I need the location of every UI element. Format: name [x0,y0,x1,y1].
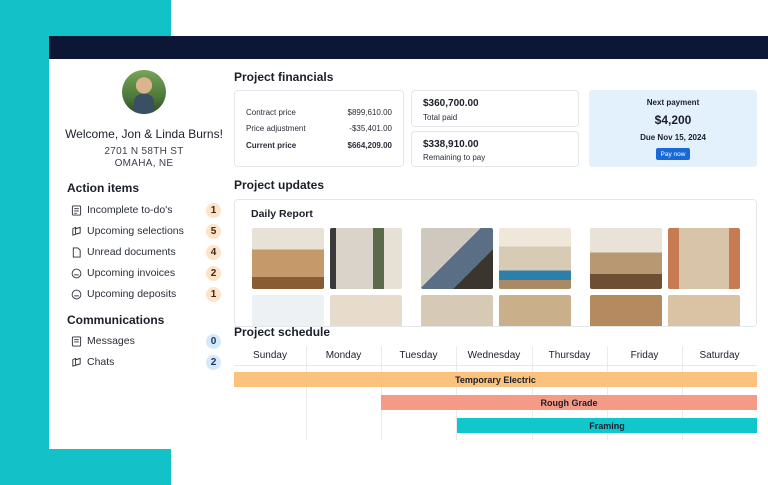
count-badge: 2 [206,265,221,281]
pay-now-button[interactable]: Pay now [656,148,690,160]
report-photo[interactable] [330,228,402,289]
day-header: Monday [325,350,362,361]
financials-title: Project financials [234,70,334,84]
action-item-label: Upcoming selections [87,225,184,237]
total-paid-value: $360,700.00 [423,98,479,109]
remaining-label: Remaining to pay [423,153,486,162]
current-price-row: Current price $664,209.00 [246,141,392,150]
action-item-todos[interactable]: Incomplete to-do's 1 [71,201,221,219]
report-photo[interactable] [668,228,740,289]
communications-title: Communications [67,313,165,327]
report-photo[interactable] [252,295,324,326]
deposit-icon [71,289,82,299]
day-header: Sunday [253,350,287,361]
document-icon [72,246,81,258]
daily-report-title: Daily Report [251,208,313,220]
contract-price-label: Contract price [246,108,296,117]
task-bar-temporary-electric[interactable]: Temporary Electric [234,372,757,387]
report-photo[interactable] [330,295,402,326]
day-header: Tuesday [399,350,438,361]
action-item-label: Unread documents [87,246,176,258]
report-photo[interactable] [421,295,493,326]
top-nav-bar [49,36,768,59]
day-header: Friday [630,350,659,361]
count-badge: 1 [206,202,221,218]
comm-item-chats[interactable]: Chats 2 [71,353,221,371]
report-photo[interactable] [499,295,571,326]
count-badge: 0 [206,333,221,349]
checklist-icon [71,204,82,216]
action-item-selections[interactable]: Upcoming selections 5 [71,222,221,240]
schedule-title: Project schedule [234,325,331,339]
count-badge: 4 [206,244,221,260]
day-header: Wednesday [467,350,521,361]
price-adjustment-row: Price adjustment -$35,401.00 [246,124,392,133]
comm-item-messages[interactable]: Messages 0 [71,332,221,350]
contract-price-row: Contract price $899,610.00 [246,108,392,117]
task-bar-framing[interactable]: Framing [457,418,757,433]
price-adjustment-label: Price adjustment [246,124,306,133]
portal-window: Welcome, Jon & Linda Burns! 2701 N 58TH … [49,36,768,449]
day-header: Saturday [699,350,740,361]
action-item-deposits[interactable]: Upcoming deposits 1 [71,285,221,303]
action-item-label: Upcoming deposits [87,288,177,300]
price-card: Contract price $899,610.00 Price adjustm… [234,90,404,167]
task-bar-rough-grade[interactable]: Rough Grade [381,395,757,410]
address-line-2: OMAHA, NE [114,158,174,169]
report-photo[interactable] [421,228,493,289]
report-photo[interactable] [252,228,324,289]
report-photo[interactable] [499,228,571,289]
report-photo[interactable] [590,228,662,289]
comm-item-label: Chats [87,356,115,368]
action-item-label: Upcoming invoices [87,267,176,279]
remaining-value: $338,910.00 [423,139,479,150]
next-payment-amount: $4,200 [654,113,692,127]
selection-icon [72,226,81,236]
count-badge: 1 [206,286,221,302]
count-badge: 2 [206,354,221,370]
price-adjustment-value: -$35,401.00 [349,124,392,133]
day-header: Thursday [548,350,591,361]
report-photo[interactable] [668,295,740,326]
report-photo[interactable] [590,295,662,326]
remaining-card: $338,910.00 Remaining to pay [411,131,579,167]
avatar[interactable] [122,70,166,114]
chat-icon [72,357,81,367]
next-payment-card: Next payment $4,200 Due Nov 15, 2024 Pay… [589,90,757,167]
action-items-title: Action items [67,181,140,195]
count-badge: 5 [206,223,221,239]
address-line-1: 2701 N 58TH ST [104,146,184,157]
updates-title: Project updates [234,178,325,192]
comm-item-label: Messages [87,335,135,347]
daily-report-card[interactable]: Daily Report [234,199,757,327]
action-item-label: Incomplete to-do's [87,204,173,216]
next-payment-title: Next payment [646,98,700,107]
total-paid-label: Total paid [423,113,458,122]
action-item-invoices[interactable]: Upcoming invoices 2 [71,264,221,282]
schedule-calendar: Sunday Monday Tuesday Wednesday Thursday… [234,346,757,440]
invoice-icon [71,268,82,278]
current-price-value: $664,209.00 [347,141,393,150]
action-item-documents[interactable]: Unread documents 4 [71,243,221,261]
sidebar: Welcome, Jon & Linda Burns! 2701 N 58TH … [49,59,231,449]
contract-price-value: $899,610.00 [347,108,393,117]
total-paid-card: $360,700.00 Total paid [411,90,579,127]
message-icon [71,335,82,347]
current-price-label: Current price [246,141,297,150]
next-payment-due: Due Nov 15, 2024 [640,133,706,142]
welcome-text: Welcome, Jon & Linda Burns! [65,127,223,141]
